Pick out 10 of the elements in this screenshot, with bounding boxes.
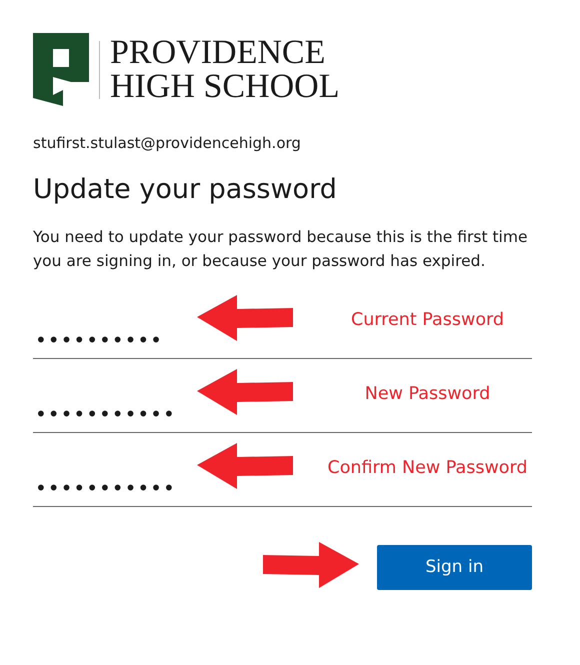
- logo-icon: [33, 33, 89, 106]
- sign-in-button[interactable]: Sign in: [377, 544, 532, 590]
- logo-text: HIGH SCHOOL: [110, 70, 340, 104]
- annotation-label: Current Password: [350, 310, 506, 330]
- annotation-label: New Password: [364, 384, 492, 404]
- account-email: stufirst.stulast@providencehigh.org: [33, 134, 302, 152]
- page-title: Update your password: [33, 174, 338, 205]
- annotation-label: Confirm New Password: [326, 458, 528, 478]
- description-text: You need to update your password because this is the first time you are signing in, or because your password has expired.: [33, 227, 529, 272]
- logo-text: PROVIDENCE: [110, 36, 326, 70]
